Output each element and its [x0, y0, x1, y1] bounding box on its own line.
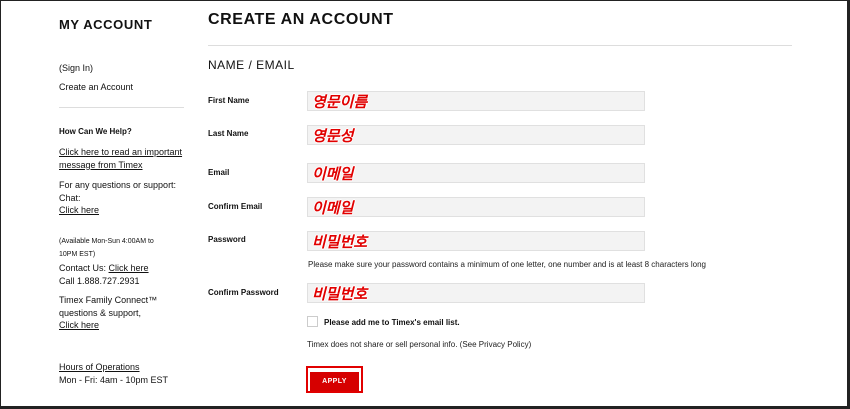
confirm-password-input[interactable]: [307, 283, 645, 303]
title-divider: [208, 45, 792, 46]
hours-value: Mon - Fri: 4am - 10pm EST: [59, 374, 169, 385]
support-text: For any questions or support: Chat: Clic…: [59, 179, 176, 217]
privacy-note: Timex does not share or sell personal in…: [307, 340, 532, 349]
email-list-checkbox[interactable]: [307, 316, 318, 327]
availability-text: (Available Mon-Sun 4:00AM to 10PM EST): [59, 235, 154, 261]
sidebar-divider: [59, 107, 184, 108]
important-link-line1: Click here to read an important: [59, 147, 183, 157]
family-line1: Timex Family Connect™: [59, 295, 158, 305]
first-name-label: First Name: [208, 96, 250, 105]
availability-line1: (Available Mon-Sun 4:00AM to: [59, 238, 154, 245]
family-line2: questions & support,: [59, 307, 142, 318]
support-line2: Chat:: [59, 192, 81, 203]
confirm-password-label: Confirm Password: [208, 288, 279, 297]
confirm-email-label: Confirm Email: [208, 202, 263, 211]
support-line1: For any questions or support:: [59, 180, 177, 190]
sidebar-title: MY ACCOUNT: [59, 17, 153, 32]
hours-heading: Hours of Operations: [59, 362, 140, 372]
password-input[interactable]: [307, 231, 645, 251]
help-heading: How Can We Help?: [59, 127, 132, 136]
availability-line2: 10PM EST): [59, 251, 96, 258]
email-input[interactable]: [307, 163, 645, 183]
section-title: NAME / EMAIL: [208, 58, 295, 72]
hours-text: Hours of Operations Mon - Fri: 4am - 10p…: [59, 361, 168, 386]
first-name-input[interactable]: [307, 91, 645, 111]
page-title: CREATE AN ACCOUNT: [208, 11, 394, 28]
email-list-label: Please add me to Timex's email list.: [324, 318, 460, 327]
family-connect-text: Timex Family Connect™ questions & suppor…: [59, 294, 157, 332]
contact-prefix: Contact Us:: [59, 263, 109, 273]
password-label: Password: [208, 235, 246, 244]
call-number: Call 1.888.727.2931: [59, 275, 140, 286]
last-name-input[interactable]: [307, 125, 645, 145]
password-hint: Please make sure your password contains …: [308, 260, 706, 269]
important-link-line2: message from Timex: [59, 159, 143, 170]
last-name-label: Last Name: [208, 129, 249, 138]
email-label: Email: [208, 168, 230, 177]
family-connect-link[interactable]: Click here: [59, 320, 99, 330]
confirm-email-input[interactable]: [307, 197, 645, 217]
create-account-link[interactable]: Create an Account: [59, 82, 133, 92]
chat-link[interactable]: Click here: [59, 205, 99, 215]
sign-in-link[interactable]: (Sign In): [59, 63, 93, 73]
contact-text: Contact Us: Click here Call 1.888.727.29…: [59, 262, 149, 287]
contact-link[interactable]: Click here: [109, 263, 149, 273]
apply-button-outline: APPLY: [306, 366, 363, 393]
apply-button[interactable]: APPLY: [310, 372, 359, 391]
important-message-link[interactable]: Click here to read an important message …: [59, 146, 182, 171]
